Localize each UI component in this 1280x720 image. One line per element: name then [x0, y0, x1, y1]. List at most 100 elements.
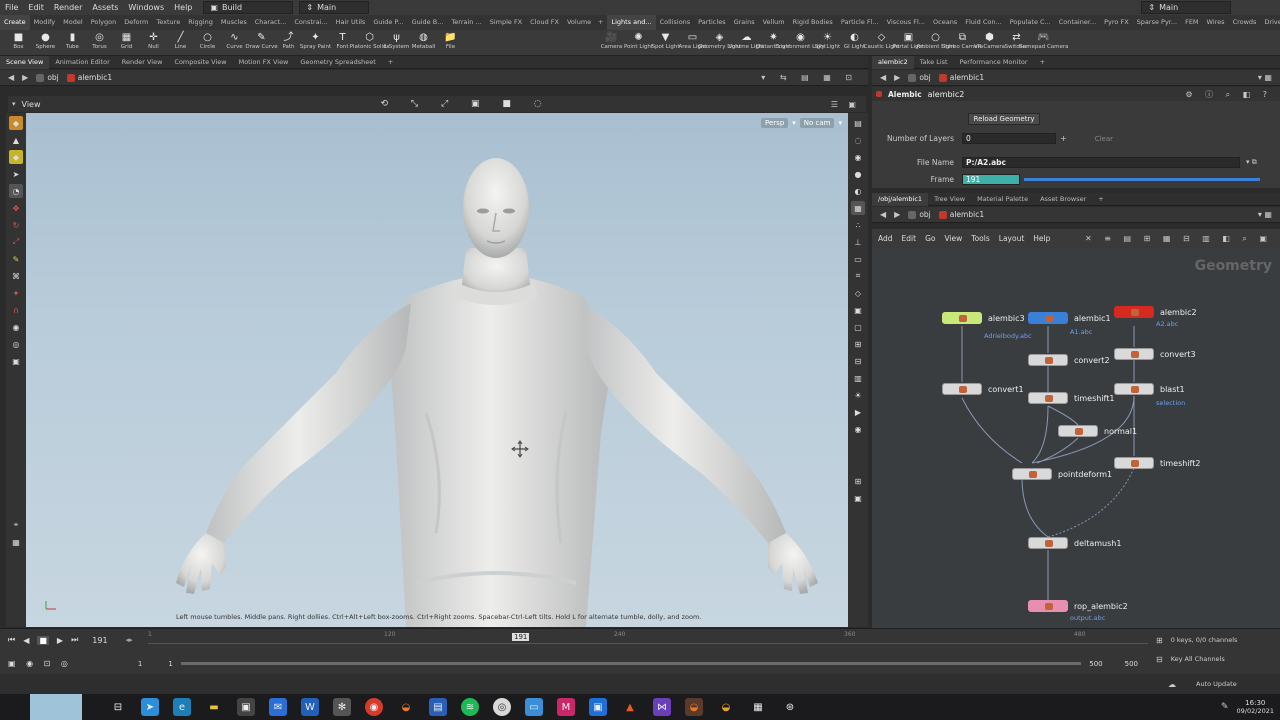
- shelf-tab-vellum[interactable]: Vellum: [759, 15, 789, 30]
- tool-stereo-camera[interactable]: ⧉ Stereo Camera: [942, 30, 983, 56]
- guide-icon[interactable]: ⌗: [851, 269, 865, 283]
- reload-geometry-button[interactable]: Reload Geometry: [968, 113, 1040, 125]
- tool-camera[interactable]: 🎥 Camera: [598, 30, 625, 56]
- current-frame-field[interactable]: 191: [92, 636, 107, 645]
- layers-add-icon[interactable]: +: [1060, 134, 1067, 143]
- net-path-obj[interactable]: obj: [908, 210, 931, 219]
- shelf-tab-create[interactable]: Create: [0, 15, 30, 30]
- menu-assets[interactable]: Assets: [87, 0, 123, 15]
- param-path-menu-icon[interactable]: ▾ ▦: [1258, 73, 1272, 82]
- app-m-icon[interactable]: M: [557, 698, 575, 716]
- tool-box[interactable]: ■ Box: [5, 30, 32, 56]
- houdini-active-icon[interactable]: ◒: [685, 698, 703, 716]
- lasso-icon[interactable]: ◔: [9, 184, 23, 198]
- tool-distant-light[interactable]: ✷ Distant Light: [756, 30, 791, 56]
- shelf-tab-rigging[interactable]: Rigging: [184, 15, 217, 30]
- node-blast1[interactable]: blast1: [1114, 383, 1185, 395]
- pose-icon[interactable]: ⌘: [9, 269, 23, 283]
- shelf-tab-pyro-fx[interactable]: Pyro FX: [1100, 15, 1133, 30]
- net-menu-go[interactable]: Go: [925, 234, 935, 243]
- file-browse-icon[interactable]: ▾ ⧉: [1246, 158, 1257, 167]
- shading-icon[interactable]: ◐: [851, 184, 865, 198]
- param-forward-icon[interactable]: ▶: [894, 73, 900, 82]
- tool-torus[interactable]: ◎ Torus: [86, 30, 113, 56]
- tool-caustic-light[interactable]: ◇ Caustic Light: [864, 30, 900, 56]
- tool-gi-light[interactable]: ◐ GI Light: [841, 30, 868, 56]
- tool-sphere[interactable]: ● Sphere: [32, 30, 59, 56]
- shelf-tab-constrai[interactable]: Constrai...: [290, 15, 331, 30]
- node-alembic2[interactable]: alembic2: [1114, 306, 1197, 318]
- layers-field[interactable]: 0: [962, 133, 1056, 144]
- node-body[interactable]: [1028, 312, 1068, 324]
- node-body[interactable]: [1114, 348, 1154, 360]
- shelf-tab-populate-c[interactable]: Populate C...: [1006, 15, 1055, 30]
- pen-icon[interactable]: ✎: [1221, 702, 1229, 712]
- node-body[interactable]: [1012, 468, 1052, 480]
- node-timeshift1[interactable]: timeshift1: [1028, 392, 1114, 404]
- node-body[interactable]: [1028, 392, 1068, 404]
- param-path-obj[interactable]: obj: [908, 73, 931, 82]
- param-back-icon[interactable]: ◀: [880, 73, 886, 82]
- shelf-tab-polygon[interactable]: Polygon: [87, 15, 121, 30]
- frame-slider[interactable]: [1024, 178, 1260, 181]
- node-alembic1[interactable]: alembic1: [1028, 312, 1111, 324]
- tool-gamepad-camera[interactable]: 🎮 Gamepad Camera: [1018, 30, 1068, 56]
- node-convert2[interactable]: convert2: [1028, 354, 1110, 366]
- range-start-field[interactable]: 1: [138, 660, 142, 668]
- tab-performance-monitor[interactable]: Performance Monitor: [954, 56, 1034, 69]
- range-end-field[interactable]: 500: [1089, 660, 1102, 668]
- net-menu-view[interactable]: View: [944, 234, 962, 243]
- menu-help[interactable]: Help: [169, 0, 197, 15]
- spotify-icon[interactable]: ≋: [461, 698, 479, 716]
- tool-file[interactable]: 📁 File: [437, 30, 464, 56]
- path-alembic1[interactable]: alembic1: [66, 73, 112, 82]
- shelf-tab-sparse-pyr[interactable]: Sparse Pyr...: [1133, 15, 1181, 30]
- net-menu-layout[interactable]: Layout: [999, 234, 1025, 243]
- arrow-select-icon[interactable]: ➤: [9, 167, 23, 181]
- tab-motion-fx-view[interactable]: Motion FX View: [233, 56, 295, 69]
- shelf-tab-particles[interactable]: Particles: [694, 15, 729, 30]
- key-all-button[interactable]: Key All Channels: [1171, 655, 1225, 663]
- tool-path[interactable]: ⤴ Path: [275, 30, 302, 56]
- display-options-icon[interactable]: ▤: [851, 116, 865, 130]
- step-icons[interactable]: ◂▸: [126, 636, 133, 644]
- tool-grid[interactable]: ▦ Grid: [113, 30, 140, 56]
- shelf-tab-terrain[interactable]: Terrain ...: [447, 15, 485, 30]
- view-menu-icon[interactable]: ▾: [12, 100, 16, 108]
- tool-spray-paint[interactable]: ✦ Spray Paint: [300, 30, 331, 56]
- handle-icon[interactable]: ✎: [9, 252, 23, 266]
- visibility-icon[interactable]: ◉: [851, 150, 865, 164]
- shelf-tab-charact[interactable]: Charact...: [251, 15, 291, 30]
- stop-icon[interactable]: ■: [37, 635, 49, 645]
- grid-icon[interactable]: ⊞: [851, 337, 865, 351]
- obs-icon[interactable]: ◎: [493, 698, 511, 716]
- object-mode-icon[interactable]: ▲: [9, 133, 23, 147]
- vs-icon[interactable]: ⋈: [653, 698, 671, 716]
- network-add-tab-icon[interactable]: +: [1092, 193, 1109, 206]
- shelf-tab-guide-b[interactable]: Guide B...: [408, 15, 448, 30]
- timeline-ruler[interactable]: 1 120 240 360 480 191: [148, 631, 1148, 649]
- path-obj[interactable]: obj: [36, 73, 59, 82]
- xray-icon[interactable]: ◇: [851, 286, 865, 300]
- tool-font[interactable]: T Font: [329, 30, 356, 56]
- tool-l-system[interactable]: ψ L-System: [383, 30, 410, 56]
- shelf-tab-texture[interactable]: Texture: [152, 15, 184, 30]
- node-body[interactable]: [1114, 383, 1154, 395]
- range-start2-field[interactable]: 1: [168, 660, 172, 668]
- clock[interactable]: 16:30 09/02/2021: [1237, 699, 1274, 715]
- snap-icon[interactable]: ⌖: [9, 518, 23, 532]
- node-normal1[interactable]: normal1: [1058, 425, 1137, 437]
- node-body[interactable]: [942, 383, 982, 395]
- tab-take-list[interactable]: Take List: [914, 56, 954, 69]
- store-icon[interactable]: ▣: [237, 698, 255, 716]
- node-body[interactable]: [1114, 457, 1154, 469]
- points-icon[interactable]: ∴: [851, 218, 865, 232]
- tool-geometry-light[interactable]: ◈ Geometry Light: [698, 30, 741, 56]
- tab-geometry-spreadsheet[interactable]: Geometry Spreadsheet: [294, 56, 381, 69]
- jump-start-icon[interactable]: ⏮: [8, 635, 15, 645]
- tab-animation-editor[interactable]: Animation Editor: [49, 56, 115, 69]
- vlc-icon[interactable]: ▲: [621, 698, 639, 716]
- range-slider[interactable]: [180, 662, 1082, 665]
- tool-ambient-light[interactable]: ○ Ambient Light: [916, 30, 955, 56]
- shelf-tab-drive-sim[interactable]: Drive Sim...: [1260, 15, 1280, 30]
